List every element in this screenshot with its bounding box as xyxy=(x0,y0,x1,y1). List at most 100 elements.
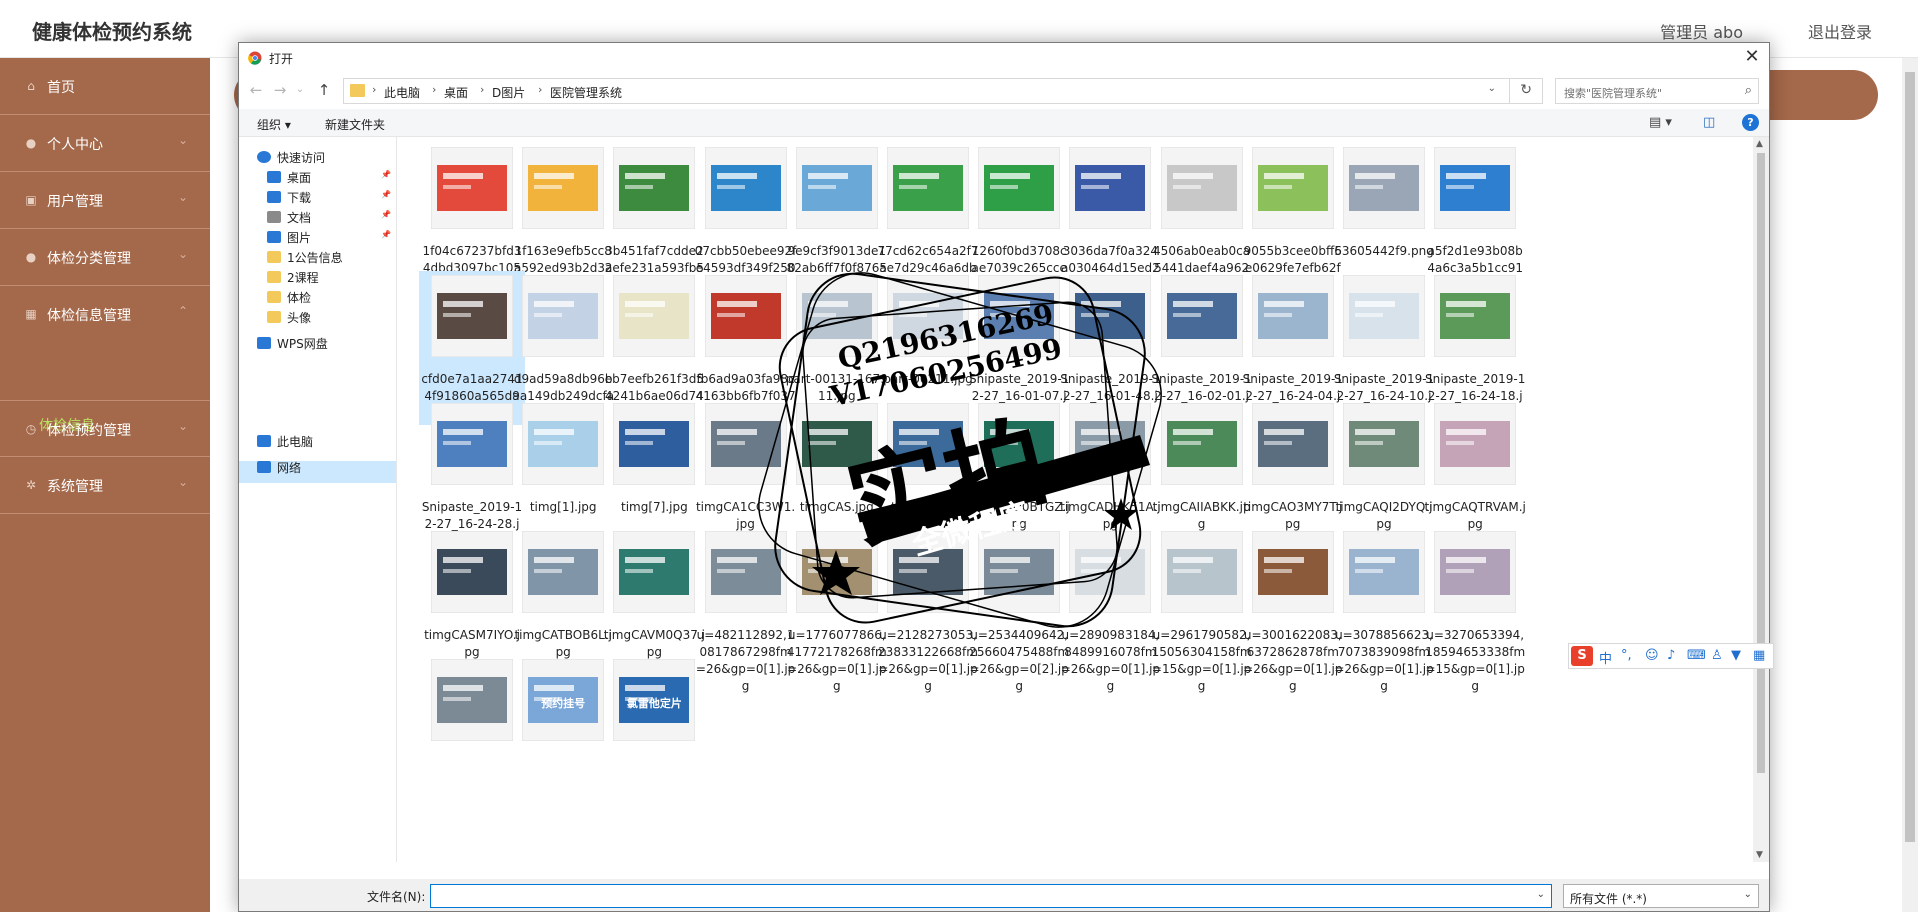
ime-toolbar[interactable]: S 中 °, ☺ ♪ ⌨ ♙ ▼ ▦ xyxy=(1568,643,1774,669)
current-user[interactable]: 管理员 abo xyxy=(1660,19,1743,43)
file-item[interactable]: u=3078856623,7073839098fm=26&gp=0[1].jpg xyxy=(1331,527,1437,693)
file-thumbnail xyxy=(1339,527,1429,617)
nav-item-8[interactable]: 头像 xyxy=(239,307,396,327)
user-icon: ● xyxy=(25,136,37,150)
dialog-title: 打开 xyxy=(269,52,294,66)
file-thumbnail xyxy=(1339,399,1429,489)
breadcrumb-item[interactable]: D图片 xyxy=(492,84,525,101)
back-arrow-icon[interactable]: ← xyxy=(247,81,265,99)
page-scrollbar-thumb[interactable] xyxy=(1905,72,1915,842)
sidebar-item-system[interactable]: ✲ 系统管理 ⌄ xyxy=(0,457,210,514)
nav-item-label: 头像 xyxy=(287,311,312,325)
scroll-up-icon[interactable]: ▲ xyxy=(1756,139,1763,149)
user-icon[interactable]: ♙ xyxy=(1711,648,1723,663)
nav-item-6[interactable]: 2课程 xyxy=(239,267,396,287)
nav-item-label: 快速访问 xyxy=(277,151,326,165)
file-thumbnail xyxy=(518,271,608,361)
skin-icon[interactable]: ▼ xyxy=(1731,648,1741,663)
nav-item-2[interactable]: 下载 📌 xyxy=(239,187,396,207)
dialog-titlebar[interactable]: 打开 ✕ xyxy=(239,43,1769,73)
nav-item-11[interactable]: 网络 xyxy=(239,457,396,477)
page-scrollbar[interactable] xyxy=(1902,58,1918,912)
breadcrumb-item[interactable]: 桌面 xyxy=(444,84,468,101)
nav-item-label: 网络 xyxy=(277,461,302,475)
chevron-down-icon: ⌄ xyxy=(177,419,188,433)
breadcrumb-item[interactable]: 此电脑 xyxy=(384,84,420,101)
pin-icon: 📌 xyxy=(381,230,391,239)
sidebar-item-users[interactable]: ▣ 用户管理 ⌄ xyxy=(0,172,210,229)
new-folder-button[interactable]: 新建文件夹 xyxy=(325,116,385,133)
chevron-right-icon[interactable]: › xyxy=(432,83,436,96)
file-thumbnail xyxy=(427,143,517,233)
thumbnail-caption: 预约挂号 xyxy=(541,697,586,710)
file-thumbnail xyxy=(609,143,699,233)
ime-language[interactable]: 中 xyxy=(1599,648,1612,667)
chevron-down-icon[interactable]: ⌄ xyxy=(1537,889,1545,900)
sidebar-item-profile[interactable]: ● 个人中心 ⌄ xyxy=(0,115,210,172)
logout-link[interactable]: 退出登录 xyxy=(1808,19,1872,43)
sidebar-item-home[interactable]: ⌂ 首页 xyxy=(0,58,210,115)
search-icon[interactable]: ⌕ xyxy=(1745,83,1752,98)
filename-label: 文件名(N): xyxy=(367,890,426,904)
file-item[interactable]: 预约挂号 xyxy=(510,655,616,755)
address-bar[interactable]: › 此电脑 › 桌面 › D图片 › 医院管理系统 ⌄ ↻ xyxy=(343,78,1543,104)
file-type-value: 所有文件 (*.*) xyxy=(1570,892,1647,906)
address-row: ← → ⌄ ↑ › 此电脑 › 桌面 › D图片 › 医院管理系统 ⌄ ↻ 搜索… xyxy=(239,73,1769,109)
sidebar-item-exam-info[interactable]: ▦ 体检信息管理 ⌃ xyxy=(0,286,210,343)
users-icon: ▣ xyxy=(25,193,37,207)
file-thumbnail xyxy=(1339,143,1429,233)
nav-item-4[interactable]: 图片 📌 xyxy=(239,227,396,247)
scroll-down-icon[interactable]: ▼ xyxy=(1756,850,1763,860)
pin-icon: 📌 xyxy=(381,190,391,199)
emoji-icon[interactable]: ☺ xyxy=(1645,648,1659,663)
nav-item-5[interactable]: 1公告信息 xyxy=(239,247,396,267)
search-input[interactable]: 搜索"医院管理系统" ⌕ xyxy=(1555,78,1759,104)
close-icon[interactable]: ✕ xyxy=(1737,43,1767,73)
refresh-icon[interactable]: ↻ xyxy=(1520,82,1532,98)
chevron-down-icon[interactable]: ⌄ xyxy=(295,84,305,95)
file-item[interactable]: u=3270653394,18594653338fm=15&gp=0[1].jp… xyxy=(1422,527,1528,693)
document-icon xyxy=(267,211,281,223)
punctuation-icon[interactable]: °, xyxy=(1621,648,1632,663)
keyboard-icon[interactable]: ⌨ xyxy=(1687,648,1706,663)
chevron-up-icon: ⌃ xyxy=(177,304,188,318)
view-options-icon[interactable]: ▤ ▾ xyxy=(1649,115,1672,130)
chevron-right-icon[interactable]: › xyxy=(372,83,376,96)
file-thumbnail xyxy=(1339,271,1429,361)
nav-item-7[interactable]: 体检 xyxy=(239,287,396,307)
file-thumbnail xyxy=(427,399,517,489)
file-list-scrollbar[interactable]: ▲ ▼ xyxy=(1753,137,1769,862)
sidebar-item-category[interactable]: ● 体检分类管理 ⌄ xyxy=(0,229,210,286)
chevron-down-icon[interactable]: ⌄ xyxy=(1744,889,1752,900)
file-item[interactable]: u=3001622083,6372862878fm=26&gp=0[1].jpg xyxy=(1240,527,1346,693)
sidebar-item-booking[interactable]: ◷ 体检预约管理 ⌄ xyxy=(0,400,210,457)
forward-arrow-icon[interactable]: → xyxy=(271,81,289,99)
preview-pane-icon[interactable]: ◫ xyxy=(1703,115,1715,130)
nav-item-0[interactable]: 快速访问 xyxy=(239,147,396,167)
nav-item-3[interactable]: 文档 📌 xyxy=(239,207,396,227)
sogou-logo-icon[interactable]: S xyxy=(1571,646,1593,666)
cloud-icon xyxy=(257,337,271,349)
nav-item-1[interactable]: 桌面 📌 xyxy=(239,167,396,187)
help-icon[interactable]: ? xyxy=(1742,114,1759,131)
file-item[interactable] xyxy=(419,655,525,755)
nav-item-9[interactable]: WPS网盘 xyxy=(239,333,396,353)
nav-item-label: 桌面 xyxy=(287,171,312,185)
up-arrow-icon[interactable]: ↑ xyxy=(315,81,333,99)
chevron-right-icon[interactable]: › xyxy=(480,83,484,96)
file-item[interactable]: 氯雷他定片 xyxy=(601,655,707,755)
filename-input[interactable]: ⌄ xyxy=(430,884,1552,908)
file-name: timg[7].jpg xyxy=(621,500,688,514)
chevron-right-icon[interactable]: › xyxy=(538,83,542,96)
nav-item-10[interactable]: 此电脑 xyxy=(239,431,396,451)
folder-icon xyxy=(267,251,281,263)
organize-button[interactable]: 组织 ▾ xyxy=(257,116,291,133)
breadcrumb-item[interactable]: 医院管理系统 xyxy=(550,84,622,101)
grid-icon[interactable]: ▦ xyxy=(1753,648,1765,663)
chevron-down-icon[interactable]: ⌄ xyxy=(1488,83,1496,94)
microphone-icon[interactable]: ♪ xyxy=(1667,648,1675,663)
nav-item-label: WPS网盘 xyxy=(277,337,328,351)
file-type-select[interactable]: 所有文件 (*.*) ⌄ xyxy=(1563,884,1759,908)
scrollbar-thumb[interactable] xyxy=(1757,153,1765,773)
file-name: u=3270653394,18594653338fm=15&gp=0[1].jp… xyxy=(1425,628,1526,693)
